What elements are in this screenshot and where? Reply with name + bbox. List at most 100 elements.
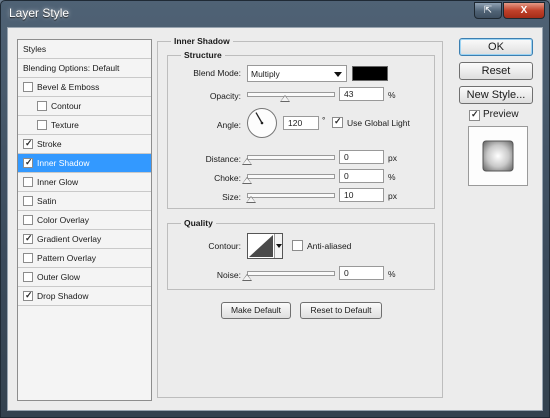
blending-options-item[interactable]: Blending Options: Default xyxy=(18,59,151,78)
reset-to-default-button[interactable]: Reset to Default xyxy=(300,302,382,319)
angle-label: Angle: xyxy=(216,120,241,130)
style-item-label: Gradient Overlay xyxy=(37,234,102,244)
distance-input[interactable]: 0 xyxy=(339,150,384,164)
choke-slider[interactable] xyxy=(247,174,335,179)
style-item-label: Stroke xyxy=(37,139,62,149)
distance-slider-thumb[interactable] xyxy=(242,158,252,165)
size-slider[interactable] xyxy=(247,193,335,198)
style-item-outer-glow[interactable]: Outer Glow xyxy=(18,268,151,287)
style-item-color-overlay[interactable]: Color Overlay xyxy=(18,211,151,230)
ok-button[interactable]: OK xyxy=(459,38,533,56)
checkbox-inner-glow[interactable] xyxy=(23,177,33,187)
checkbox-texture[interactable] xyxy=(37,120,47,130)
preview-checkbox[interactable]: ✓ xyxy=(469,109,480,121)
checkbox-contour[interactable] xyxy=(37,101,47,111)
reset-button[interactable]: Reset xyxy=(459,62,533,80)
opacity-unit: % xyxy=(388,90,396,100)
style-item-label: Bevel & Emboss xyxy=(37,82,100,92)
checkbox-satin[interactable] xyxy=(23,196,33,206)
check-mark-icon: ✓ xyxy=(25,157,33,167)
style-item-label: Color Overlay xyxy=(37,215,89,225)
style-item-texture[interactable]: Texture xyxy=(18,116,151,135)
quality-group: Quality Contour: Anti-aliased Noise: 0 % xyxy=(167,218,435,290)
check-mark-icon: ✓ xyxy=(334,116,342,126)
style-item-drop-shadow[interactable]: ✓ Drop Shadow xyxy=(18,287,151,306)
contour-picker[interactable] xyxy=(247,233,283,259)
chevron-down-icon xyxy=(334,72,342,77)
noise-slider-thumb[interactable] xyxy=(242,274,252,281)
blending-options-label: Blending Options: Default xyxy=(23,63,120,73)
style-item-inner-shadow[interactable]: ✓ Inner Shadow xyxy=(18,154,151,173)
style-item-gradient-overlay[interactable]: ✓ Gradient Overlay xyxy=(18,230,151,249)
choke-input[interactable]: 0 xyxy=(339,169,384,183)
new-style-button[interactable]: New Style... xyxy=(459,86,533,104)
angle-dial[interactable] xyxy=(247,108,277,138)
help-arrow-icon[interactable]: ⇱ xyxy=(474,2,502,19)
use-global-light-checkbox[interactable]: ✓ xyxy=(332,116,343,128)
checkbox-color-overlay[interactable] xyxy=(23,215,33,225)
anti-aliased-checkbox[interactable] xyxy=(292,240,303,251)
check-mark-icon: ✓ xyxy=(25,138,33,148)
style-item-pattern-overlay[interactable]: Pattern Overlay xyxy=(18,249,151,268)
checkbox-inner-shadow[interactable]: ✓ xyxy=(23,157,33,168)
structure-title: Structure xyxy=(181,50,225,60)
anti-aliased-label: Anti-aliased xyxy=(307,241,352,251)
check-mark-icon: ✓ xyxy=(25,290,33,300)
distance-slider[interactable] xyxy=(247,155,335,160)
opacity-label: Opacity: xyxy=(209,91,241,101)
linear-contour-icon xyxy=(249,235,273,257)
styles-header-item[interactable]: Styles xyxy=(18,40,151,59)
distance-label: Distance: xyxy=(205,154,241,164)
style-item-label: Inner Glow xyxy=(37,177,79,187)
size-slider-thumb[interactable] xyxy=(245,196,256,203)
style-item-contour[interactable]: Contour xyxy=(18,97,151,116)
noise-input[interactable]: 0 xyxy=(339,266,384,280)
choke-slider-thumb[interactable] xyxy=(242,177,252,184)
style-item-label: Texture xyxy=(51,120,79,130)
title-bar[interactable]: Layer Style ⇱ X xyxy=(1,1,549,27)
style-item-bevel-emboss[interactable]: Bevel & Emboss xyxy=(18,78,151,97)
checkbox-gradient-overlay[interactable]: ✓ xyxy=(23,233,33,244)
blend-mode-select[interactable]: Multiply xyxy=(247,65,347,82)
blend-mode-label: Blend Mode: xyxy=(193,68,241,78)
opacity-slider-thumb[interactable] xyxy=(279,95,290,102)
style-item-stroke[interactable]: ✓ Stroke xyxy=(18,135,151,154)
contour-label: Contour: xyxy=(208,241,241,251)
angle-input[interactable]: 120 xyxy=(283,116,319,130)
layer-style-dialog: Layer Style ⇱ X Styles Blending Options:… xyxy=(0,0,550,418)
size-unit: px xyxy=(388,191,397,201)
choke-label: Choke: xyxy=(214,173,241,183)
noise-unit: % xyxy=(388,269,396,279)
check-mark-icon: ✓ xyxy=(471,109,479,119)
style-item-label: Contour xyxy=(51,101,82,111)
dialog-client-area: Styles Blending Options: Default Bevel &… xyxy=(7,27,543,411)
checkbox-bevel-emboss[interactable] xyxy=(23,82,33,92)
checkbox-outer-glow[interactable] xyxy=(23,272,33,282)
checkbox-drop-shadow[interactable]: ✓ xyxy=(23,290,33,301)
styles-list: Styles Blending Options: Default Bevel &… xyxy=(17,39,152,401)
make-default-button[interactable]: Make Default xyxy=(221,302,291,319)
chevron-down-icon[interactable] xyxy=(274,234,282,258)
blend-mode-value: Multiply xyxy=(251,69,280,79)
noise-slider[interactable] xyxy=(247,271,335,276)
checkbox-stroke[interactable]: ✓ xyxy=(23,138,33,149)
style-item-satin[interactable]: Satin xyxy=(18,192,151,211)
use-global-light-label: Use Global Light xyxy=(347,118,410,128)
inner-shadow-panel: Inner Shadow Structure Blend Mode: Multi… xyxy=(157,36,443,398)
preview-label: Preview xyxy=(483,109,519,120)
size-label: Size: xyxy=(222,192,241,202)
opacity-input[interactable]: 43 xyxy=(339,87,384,101)
style-item-inner-glow[interactable]: Inner Glow xyxy=(18,173,151,192)
style-item-label: Satin xyxy=(37,196,57,206)
checkbox-pattern-overlay[interactable] xyxy=(23,253,33,263)
style-item-label: Drop Shadow xyxy=(37,291,89,301)
style-item-label: Inner Shadow xyxy=(37,158,90,168)
angle-unit: ° xyxy=(322,115,326,125)
noise-label: Noise: xyxy=(216,270,241,280)
opacity-slider[interactable] xyxy=(247,92,335,97)
choke-unit: % xyxy=(388,172,396,182)
size-input[interactable]: 10 xyxy=(339,188,384,202)
distance-unit: px xyxy=(388,153,397,163)
shadow-color-swatch[interactable] xyxy=(352,66,388,81)
close-x-icon[interactable]: X xyxy=(503,2,545,19)
